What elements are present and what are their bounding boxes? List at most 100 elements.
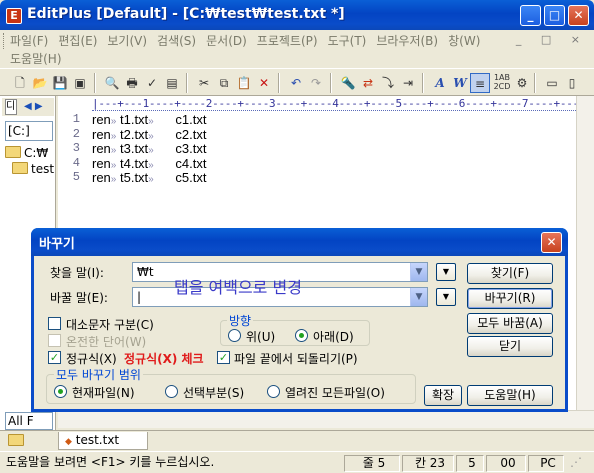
annotation-check-regex: 정규식(X) 체크 (124, 352, 204, 366)
scope-selection-radio[interactable] (165, 385, 178, 398)
regex-label: 정규식(X) (66, 352, 117, 366)
replace-regex-menu-icon[interactable]: ▼ (436, 288, 456, 306)
mdi-buttons[interactable]: _ □ × (516, 33, 588, 46)
menu-document[interactable]: 문서(D) (206, 32, 247, 49)
menu-edit[interactable]: 편집(E) (58, 32, 97, 49)
goto-line-icon[interactable]: ⇥ (398, 73, 418, 93)
menu-row-secondary: 도움말(H) (10, 50, 72, 67)
document-tab-bar: ◆ test.txt (0, 430, 594, 450)
menu-file[interactable]: 파일(F) (10, 32, 48, 49)
scope-all-open-radio[interactable] (267, 385, 280, 398)
close-button[interactable]: 닫기 (467, 336, 553, 357)
find-dropdown-icon[interactable]: ▼ (410, 263, 427, 281)
code-line[interactable]: ren» t2.txt» c2.txt (92, 127, 206, 142)
cut-icon[interactable]: ✂ (194, 73, 214, 93)
vertical-scrollbar[interactable] (576, 96, 594, 410)
menu-view[interactable]: 보기(V) (107, 32, 147, 49)
file-filter-select[interactable]: All F (5, 412, 53, 430)
line-number: 2 (72, 126, 80, 141)
resize-grip-icon[interactable]: ⋰ (566, 455, 592, 472)
delete-icon[interactable]: ✕ (254, 73, 274, 93)
panel-tab-arrows-icon[interactable]: ◀ ▶ (24, 99, 52, 115)
toolbar-separator (330, 73, 332, 93)
print-preview-icon[interactable]: 🔍 (102, 73, 122, 93)
direction-down-radio[interactable] (295, 329, 308, 342)
replace-all-button[interactable]: 모두 바꿈(A) (467, 313, 553, 334)
save-all-icon[interactable]: ▣ (70, 73, 90, 93)
word-wrap-icon[interactable]: W (450, 73, 470, 93)
whole-word-checkbox[interactable] (48, 334, 61, 347)
replace-scope-label: 모두 바꾸기 범위 (54, 366, 143, 383)
paste-icon[interactable]: 📋 (234, 73, 254, 93)
code-line[interactable]: ren» t5.txt» c5.txt (92, 170, 206, 185)
find-icon[interactable]: 🔦 (338, 73, 358, 93)
horizontal-scrollbar[interactable] (58, 410, 594, 428)
app-icon: E (6, 8, 22, 24)
menu-search[interactable]: 검색(S) (157, 32, 196, 49)
code-token-target: c5.txt (175, 170, 207, 185)
line-number-icon[interactable]: 1AB 2CD (492, 73, 512, 93)
line-number: 4 (72, 155, 80, 170)
open-folder-icon[interactable]: 📂 (30, 73, 50, 93)
menu-help[interactable]: 도움말(H) (10, 50, 62, 67)
dialog-title-bar[interactable]: 바꾸기 ✕ (31, 228, 568, 256)
settings-icon[interactable]: ⚙ (512, 73, 532, 93)
find-regex-menu-icon[interactable]: ▼ (436, 263, 456, 281)
panel-tab-directory[interactable]: 디 (5, 99, 17, 115)
regex-checkbox[interactable]: ✓ (48, 351, 61, 364)
copy-icon[interactable]: ⧉ (214, 73, 234, 93)
code-token-target: c4.txt (175, 155, 207, 171)
replace-label: 바꿀 말(E): (50, 291, 108, 305)
window-list-icon[interactable]: ▭ (542, 73, 562, 93)
find-button[interactable]: 찾기(F) (467, 263, 553, 284)
expand-button[interactable]: 확장 (424, 385, 462, 406)
modified-dot-icon: ◆ (65, 437, 72, 447)
find-next-icon[interactable]: ⤵ (378, 73, 398, 93)
menu-window[interactable]: 창(W) (448, 32, 480, 49)
menu-project[interactable]: 프로젝트(P) (257, 32, 318, 49)
redo-icon[interactable]: ↷ (306, 73, 326, 93)
minimize-button[interactable]: _ (520, 5, 541, 26)
replace-dropdown-icon[interactable]: ▼ (410, 288, 427, 306)
menu-browser[interactable]: 브라우저(B) (376, 32, 438, 49)
status-line: 줄 5 (344, 455, 400, 472)
code-token-target: c1.txt (175, 112, 207, 127)
code-token-source: t2.txt (119, 126, 149, 142)
folder-icon[interactable] (8, 434, 24, 446)
save-icon[interactable]: 💾 (50, 73, 70, 93)
folder-icon (5, 146, 21, 158)
tree-item-label: test (31, 162, 55, 176)
code-line[interactable]: ren» t1.txt» c1.txt (92, 112, 206, 127)
wrap-around-checkbox[interactable]: ✓ (217, 351, 230, 364)
status-hint: 도움말을 보려면 <F1> 키를 누르십시오. (6, 455, 215, 469)
spell-check-icon[interactable]: ✓ (142, 73, 162, 93)
code-line[interactable]: ren» t3.txt» c3.txt (92, 141, 206, 156)
tile-icon[interactable]: ▯ (562, 73, 582, 93)
menu-tools[interactable]: 도구(T) (328, 32, 367, 49)
replace-icon[interactable]: ⇄ (358, 73, 378, 93)
help-button[interactable]: 도움말(H) (467, 385, 553, 406)
properties-icon[interactable]: ▤ (162, 73, 182, 93)
close-window-button[interactable]: ✕ (568, 5, 589, 26)
code-line[interactable]: ren» t4.txt» c4.txt (92, 156, 206, 171)
ruler-icon[interactable]: ≡ (470, 73, 490, 93)
match-case-checkbox[interactable] (48, 317, 61, 330)
menu-grip[interactable] (3, 33, 6, 49)
scope-current-file-radio[interactable] (54, 385, 67, 398)
dialog-close-icon[interactable]: ✕ (541, 232, 562, 253)
print-icon[interactable]: 🖶 (122, 73, 142, 93)
undo-icon[interactable]: ↶ (286, 73, 306, 93)
direction-down-label: 아래(D) (313, 330, 354, 344)
tree-item-test[interactable]: test (12, 162, 54, 176)
document-tab-label: test.txt (75, 433, 120, 447)
toolbar-separator (186, 73, 188, 93)
replace-button[interactable]: 바꾸기(R) (467, 288, 553, 309)
title-bar: E EditPlus [Default] - [C:₩test₩test.txt… (0, 0, 594, 30)
maximize-button[interactable]: □ (544, 5, 565, 26)
direction-up-radio[interactable] (228, 329, 241, 342)
font-icon[interactable]: A (430, 73, 450, 93)
new-file-icon[interactable]: 🗋 (10, 73, 30, 93)
drive-select[interactable]: [C:] (5, 121, 53, 141)
document-tab[interactable]: ◆ test.txt (58, 432, 148, 450)
tree-item-root[interactable]: C:₩ (5, 146, 48, 160)
